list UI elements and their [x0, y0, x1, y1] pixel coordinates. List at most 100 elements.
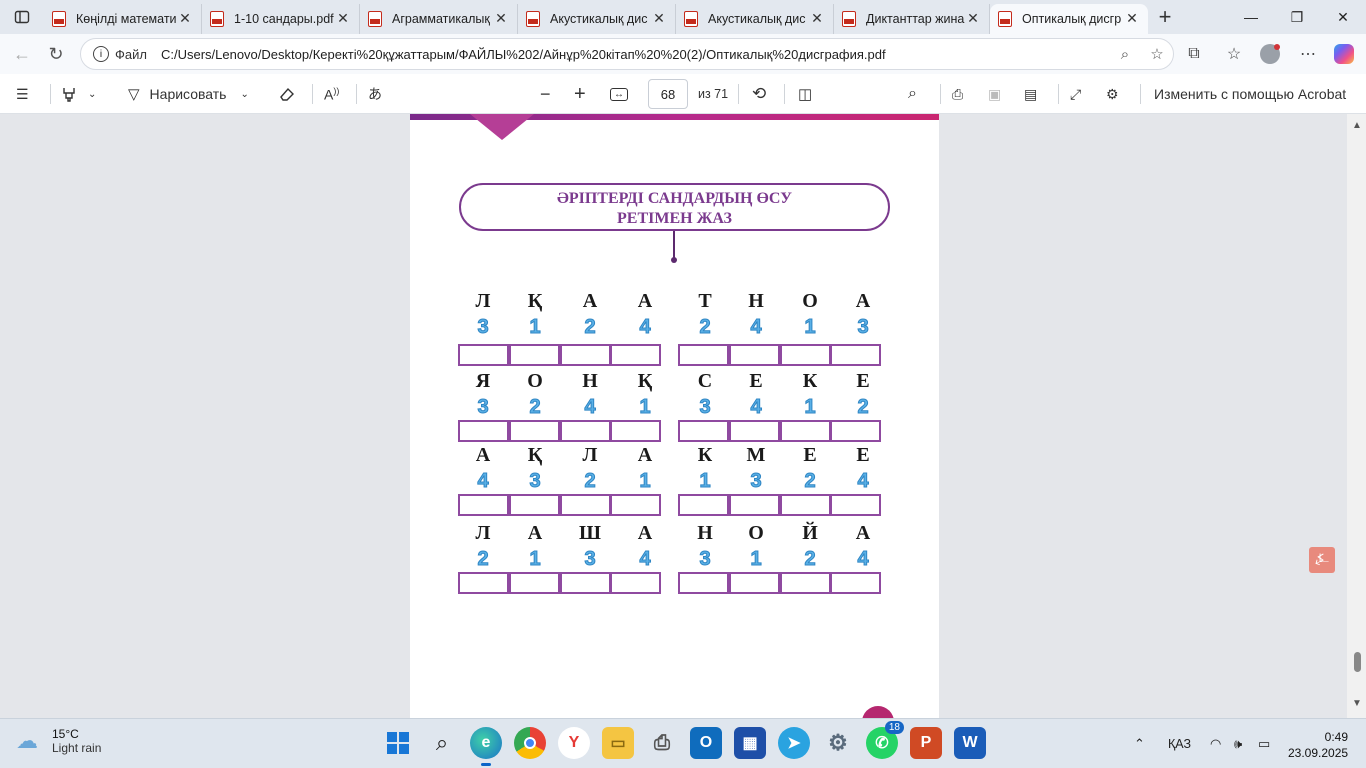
extensions-icon[interactable]: ⧉ — [1178, 38, 1210, 70]
fullscreen-button[interactable]: ⤢ — [1070, 79, 1081, 109]
tab-close-icon[interactable]: ✕ — [177, 10, 193, 27]
tab-1[interactable]: Көңілді математи ✕ — [44, 3, 202, 34]
weather-widget[interactable]: ☁ 15°C Light rain — [16, 727, 101, 755]
draw-label: Нарисовать — [149, 86, 227, 102]
rotate-button[interactable]: ⟲ — [752, 79, 766, 109]
save-button[interactable]: ▣ — [988, 79, 1001, 109]
chevron-up-icon: ⌃ — [1134, 736, 1145, 751]
tab-close-icon[interactable]: ✕ — [493, 10, 509, 27]
favorite-star-icon[interactable]: ☆ — [1141, 45, 1173, 63]
page-view-button[interactable]: ◫ — [798, 79, 812, 109]
tab-close-icon[interactable]: ✕ — [809, 10, 825, 27]
answer-box — [610, 420, 661, 442]
eraser-icon — [280, 87, 294, 101]
clock[interactable]: 0:49 23.09.2025 — [1288, 729, 1348, 761]
file-explorer-app[interactable]: ▭ — [602, 727, 634, 759]
vertical-scrollbar[interactable]: ▲ ▼ — [1347, 114, 1366, 718]
tab-close-icon[interactable]: ✕ — [1124, 10, 1140, 27]
settings-button[interactable]: ⚙ — [1106, 79, 1119, 109]
answer-box — [458, 420, 509, 442]
tab-3[interactable]: Аграмматикалық ✕ — [360, 3, 518, 34]
exercise-number: 4 — [639, 548, 651, 571]
translate-button[interactable]: あ — [368, 79, 382, 109]
answer-box — [678, 572, 729, 594]
zoom-icon[interactable]: ⌕ — [1109, 46, 1141, 63]
search-button[interactable]: ⌕ — [908, 79, 917, 109]
tab-5[interactable]: Акустикалық дис ✕ — [676, 3, 834, 34]
read-aloud-button[interactable]: A)) — [324, 79, 339, 109]
scroll-thumb[interactable] — [1354, 652, 1361, 672]
tab-actions-button[interactable] — [0, 0, 44, 34]
eraser-button[interactable] — [278, 79, 296, 109]
exercise-number: 4 — [584, 396, 596, 419]
edge-app[interactable]: e — [470, 727, 502, 766]
edit-with-acrobat-button[interactable]: Изменить с помощью Acrobat — [1154, 79, 1346, 109]
fit-page-button[interactable]: ↔ — [610, 79, 628, 109]
tab-2[interactable]: 1-10 сандары.pdf ✕ — [202, 3, 360, 34]
contents-icon[interactable]: ☰ — [16, 79, 29, 109]
highlight-tool-button[interactable]: ⌄ — [60, 79, 96, 109]
exercise-number: 4 — [750, 316, 762, 339]
new-tab-button[interactable]: + — [1148, 0, 1182, 34]
scanner-app[interactable]: ⎙ — [646, 727, 678, 759]
start-button[interactable] — [382, 727, 414, 759]
exercise-number: 2 — [584, 470, 596, 493]
back-button[interactable]: ← — [4, 38, 40, 70]
tab-close-icon[interactable]: ✕ — [651, 10, 667, 27]
exercise-number: 4 — [639, 316, 651, 339]
refresh-button[interactable]: ↻ — [38, 38, 74, 70]
pdf-viewer[interactable]: ӘРІПТЕРДІ САНДАРДЫҢ ӨСУ РЕТІМЕН ЖАЗ Л 3 Қ 1… — [0, 114, 1366, 718]
yandex-app[interactable]: Y — [558, 727, 590, 759]
folder-icon: ▭ — [610, 735, 626, 752]
exercise-number: 4 — [477, 470, 489, 493]
info-icon[interactable]: i — [93, 46, 109, 62]
exercise-letter: А — [855, 522, 871, 544]
search-taskbar-button[interactable]: ⌕ — [426, 727, 458, 759]
print-button[interactable]: ⎙ — [952, 79, 963, 109]
answer-box — [830, 572, 881, 594]
battery-icon[interactable]: ▭ — [1258, 719, 1270, 768]
close-window-button[interactable]: ✕ — [1320, 0, 1366, 34]
exercise-number: 1 — [699, 470, 711, 493]
tab-close-icon[interactable]: ✕ — [335, 10, 351, 27]
volume-icon[interactable]: 🕪 — [1234, 719, 1242, 768]
outlook-icon: O — [699, 734, 713, 751]
settings-app[interactable]: ⚙ — [822, 727, 854, 759]
word-app[interactable]: W — [954, 727, 986, 759]
address-bar[interactable]: i Файл C:/Users/Lenovo/Desktop/Керекті%2… — [80, 38, 1174, 70]
whatsapp-app[interactable]: ✆ 18 — [866, 721, 904, 759]
tab-close-icon[interactable]: ✕ — [965, 10, 981, 27]
chrome-app[interactable] — [514, 727, 546, 759]
zoom-in-button[interactable]: + — [574, 79, 586, 109]
powerpoint-app[interactable]: P — [910, 727, 942, 759]
tab-4[interactable]: Акустикалық дис ✕ — [518, 3, 676, 34]
acrobat-icon[interactable]: ⍼ — [1309, 547, 1335, 573]
language-indicator[interactable]: ҚАЗ — [1168, 719, 1191, 768]
wifi-icon[interactable]: ◠ — [1210, 719, 1221, 768]
tray-overflow-button[interactable]: ⌃ — [1134, 719, 1145, 768]
restore-button[interactable]: ❐ — [1274, 0, 1320, 34]
profile-avatar[interactable] — [1254, 38, 1286, 70]
outlook-app[interactable]: O — [690, 727, 722, 759]
address-bar-row: ← ↻ i Файл C:/Users/Lenovo/Desktop/Керек… — [0, 34, 1366, 74]
save-as-button[interactable]: ▤ — [1024, 79, 1037, 109]
divider — [356, 84, 357, 104]
page-number-input[interactable]: 68 — [648, 79, 688, 109]
draw-tool-button[interactable]: ▽ Нарисовать ⌄ — [128, 79, 249, 109]
exercise-letter: К — [802, 370, 818, 392]
scroll-up-icon[interactable]: ▲ — [1352, 120, 1362, 131]
divider — [738, 84, 739, 104]
zoom-out-button[interactable]: − — [540, 79, 551, 109]
telegram-app[interactable]: ➤ — [778, 727, 810, 759]
store-app[interactable]: ▦ — [734, 727, 766, 759]
scroll-down-icon[interactable]: ▼ — [1352, 698, 1362, 709]
more-menu-icon[interactable]: ⋯ — [1292, 38, 1324, 70]
exercise-number: 4 — [857, 470, 869, 493]
url-text[interactable]: C:/Users/Lenovo/Desktop/Керекті%20құжатт… — [161, 47, 1109, 62]
tab-6[interactable]: Диктанттар жина ✕ — [834, 3, 990, 34]
answer-box — [678, 420, 729, 442]
tab-7-active[interactable]: Оптикалық дисгр ✕ — [990, 3, 1148, 34]
minimize-button[interactable]: — — [1228, 0, 1274, 34]
copilot-icon[interactable] — [1328, 38, 1360, 70]
favorites-icon[interactable]: ☆ — [1218, 38, 1250, 70]
